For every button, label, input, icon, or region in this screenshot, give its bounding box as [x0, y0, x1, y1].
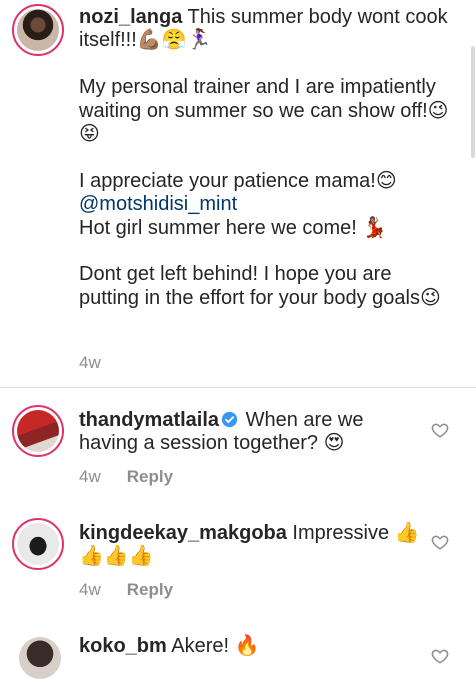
- comment-avatar[interactable]: [14, 632, 66, 684]
- caption-mention[interactable]: @motshidisi_mint: [79, 193, 449, 216]
- scrollbar[interactable]: [471, 46, 475, 158]
- comment-meta: 4w Reply: [79, 580, 173, 600]
- caption-paragraph-3-line1: I appreciate your patience mama!😊: [79, 169, 397, 192]
- caption-body: nozi_langa This summer body wont cook it…: [79, 6, 449, 310]
- comment-avatar[interactable]: [12, 518, 64, 570]
- comment-username[interactable]: thandymatlaila: [79, 409, 219, 431]
- caption-username[interactable]: nozi_langa: [79, 6, 182, 28]
- comment-avatar[interactable]: [12, 405, 64, 457]
- caption-avatar[interactable]: [12, 4, 64, 56]
- reply-button[interactable]: Reply: [127, 467, 173, 486]
- like-heart-icon[interactable]: [431, 647, 449, 665]
- comment-row: thandymatlaila When are we having a sess…: [79, 409, 424, 456]
- caption-paragraph-3-line3: Hot girl summer here we come! 💃🏽: [79, 216, 388, 239]
- comment-time: 4w: [79, 467, 101, 486]
- caption-line1: nozi_langa This summer body wont cook it…: [79, 6, 449, 53]
- comment-text: Akere! 🔥: [166, 635, 260, 657]
- caption-time: 4w: [79, 353, 101, 373]
- avatar-photo: [19, 637, 61, 679]
- comment-meta: 4w Reply: [79, 467, 173, 487]
- comment-username[interactable]: koko_bm: [79, 635, 167, 657]
- like-heart-icon[interactable]: [431, 533, 449, 551]
- comment-row: koko_bm Akere! 🔥: [79, 635, 424, 658]
- comment-row: kingdeekay_makgoba Impressive 👍👍👍👍: [79, 522, 424, 569]
- avatar-photo: [17, 410, 59, 452]
- verified-badge-icon: [221, 411, 238, 428]
- caption-timestamp: 4w: [79, 353, 101, 372]
- comment-username[interactable]: kingdeekay_makgoba: [79, 522, 287, 544]
- reply-button[interactable]: Reply: [127, 580, 173, 599]
- avatar-photo: [17, 9, 59, 51]
- like-heart-icon[interactable]: [431, 421, 449, 439]
- caption-paragraph-4: Dont get left behind! I hope you are put…: [79, 263, 441, 309]
- avatar-photo: [17, 523, 59, 565]
- comment-time: 4w: [79, 580, 101, 599]
- caption-divider: [0, 387, 476, 388]
- caption-paragraph-2: My personal trainer and I are impatientl…: [79, 76, 449, 146]
